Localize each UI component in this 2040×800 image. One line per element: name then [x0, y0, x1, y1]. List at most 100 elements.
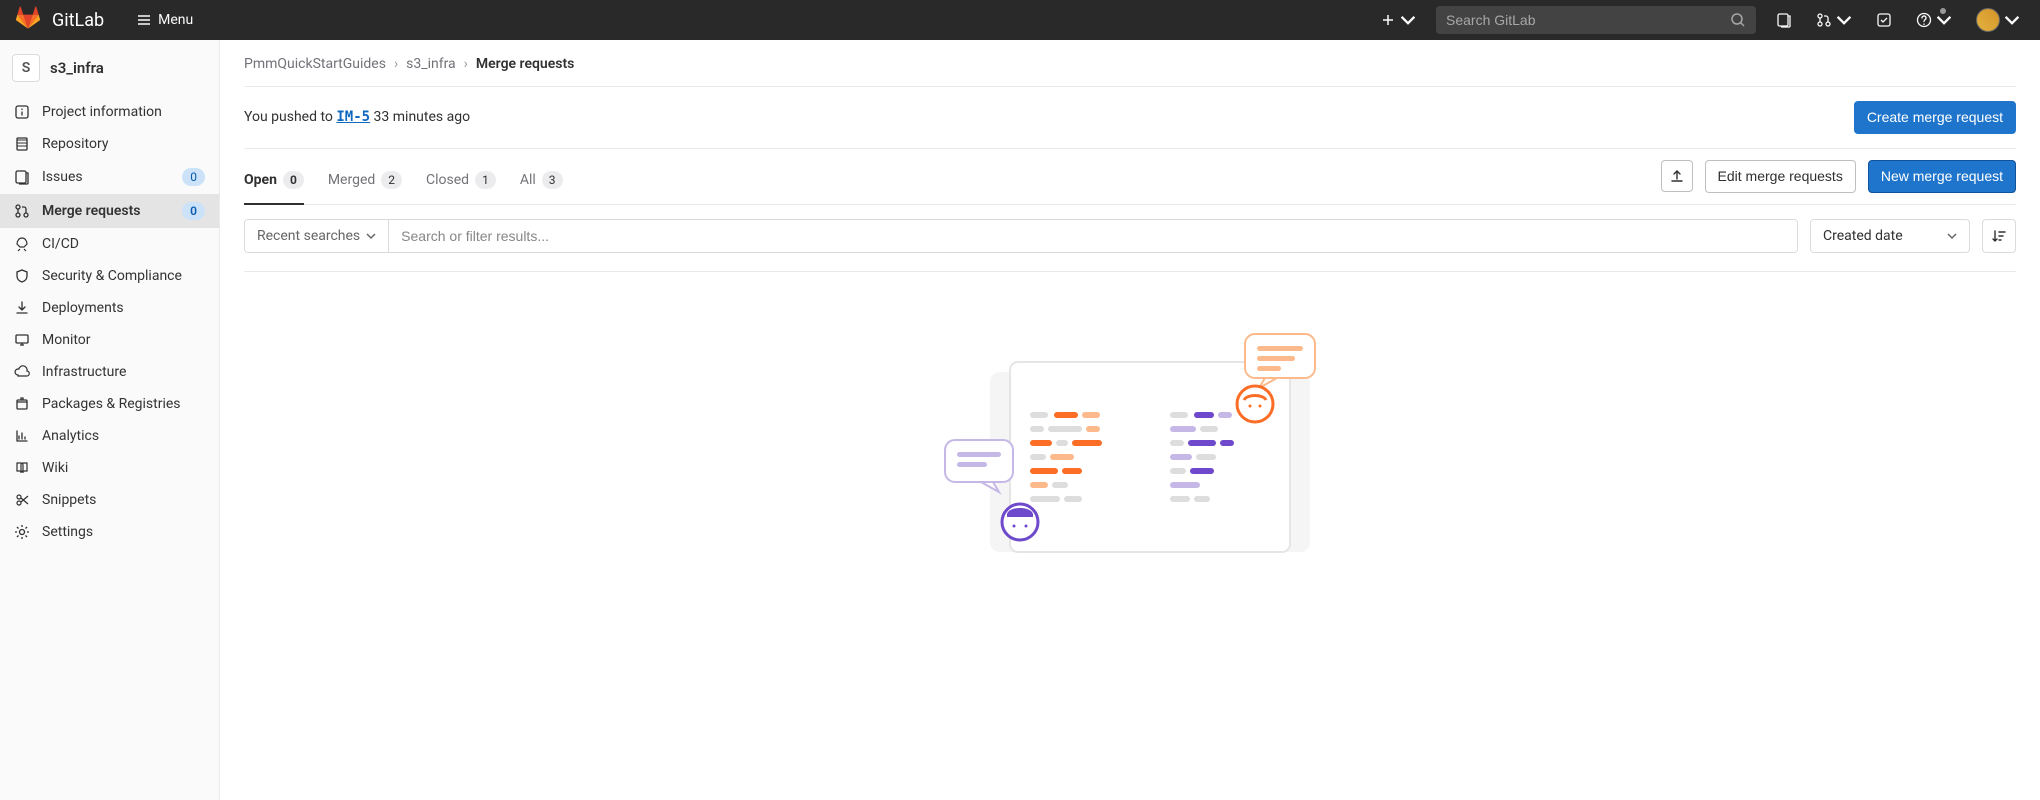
tab-label: Open: [244, 172, 277, 188]
sidebar-item-label: Wiki: [42, 460, 205, 476]
chevron-right-icon: ›: [394, 56, 398, 72]
sidebar-item-settings[interactable]: Settings: [0, 516, 219, 548]
create-new-dropdown[interactable]: [1376, 8, 1420, 32]
gitlab-logo-icon[interactable]: [16, 6, 40, 34]
sidebar-item-analytics[interactable]: Analytics: [0, 420, 219, 452]
sidebar-item-label: Monitor: [42, 332, 205, 348]
merge-request-icon: [14, 203, 30, 219]
package-icon: [14, 396, 30, 412]
search-icon: [1730, 12, 1746, 28]
push-branch-link[interactable]: IM-5: [336, 109, 370, 125]
merge-requests-count-badge: 0: [182, 202, 205, 220]
sidebar-item-label: Merge requests: [42, 203, 170, 219]
menu-toggle[interactable]: Menu: [128, 8, 201, 32]
merge-request-toolbar: Open 0 Merged 2 Closed 1 All 3: [244, 157, 2016, 205]
issues-shortcut[interactable]: [1772, 8, 1796, 32]
sidebar-item-label: Analytics: [42, 428, 205, 444]
help-icon: [1916, 12, 1932, 28]
filter-container: Recent searches: [244, 219, 1798, 253]
todos-shortcut[interactable]: [1872, 8, 1896, 32]
export-icon: [1669, 168, 1685, 184]
project-sidebar: S s3_infra Project information Repositor…: [0, 40, 220, 800]
state-tabs: Open 0 Merged 2 Closed 1 All 3: [244, 157, 563, 204]
sidebar-item-label: CI/CD: [42, 236, 205, 252]
tab-closed[interactable]: Closed 1: [426, 157, 496, 205]
project-name: s3_infra: [50, 59, 104, 77]
info-icon: [14, 104, 30, 120]
tab-open[interactable]: Open 0: [244, 157, 304, 205]
sidebar-item-label: Deployments: [42, 300, 205, 316]
gitlab-brand-text[interactable]: GitLab: [52, 10, 104, 31]
tab-label: All: [520, 172, 536, 188]
issues-icon: [1776, 12, 1792, 28]
todo-icon: [1876, 12, 1892, 28]
tab-label: Merged: [328, 172, 375, 188]
search-input[interactable]: [1446, 12, 1730, 28]
user-menu[interactable]: [1972, 4, 2024, 36]
top-navbar: GitLab Menu: [0, 0, 2040, 40]
merge-requests-shortcut[interactable]: [1812, 8, 1856, 32]
filter-input[interactable]: [389, 220, 1797, 252]
export-button[interactable]: [1661, 160, 1693, 192]
merge-request-icon: [1816, 12, 1832, 28]
issues-count-badge: 0: [182, 168, 205, 186]
sidebar-item-infrastructure[interactable]: Infrastructure: [0, 356, 219, 388]
sidebar-item-label: Project information: [42, 104, 205, 120]
push-alert-text: You pushed to IM-5 33 minutes ago: [244, 109, 470, 125]
sidebar-item-wiki[interactable]: Wiki: [0, 452, 219, 484]
sort-dropdown[interactable]: Created date: [1810, 219, 1970, 253]
sidebar-item-repository[interactable]: Repository: [0, 128, 219, 160]
sidebar-item-ci-cd[interactable]: CI/CD: [0, 228, 219, 260]
recent-searches-dropdown[interactable]: Recent searches: [245, 220, 389, 252]
sidebar-item-snippets[interactable]: Snippets: [0, 484, 219, 516]
tab-label: Closed: [426, 172, 469, 188]
tab-count: 0: [283, 171, 304, 189]
repository-icon: [14, 136, 30, 152]
push-alert-prefix: You pushed to: [244, 109, 336, 125]
breadcrumb-current: Merge requests: [476, 56, 574, 72]
empty-state-illustration: [244, 332, 2016, 562]
edit-merge-requests-button[interactable]: Edit merge requests: [1705, 160, 1856, 193]
sidebar-item-issues[interactable]: Issues 0: [0, 160, 219, 194]
create-merge-request-button[interactable]: Create merge request: [1854, 101, 2016, 134]
plus-icon: [1380, 12, 1396, 28]
recent-searches-label: Recent searches: [257, 228, 360, 244]
breadcrumb: PmmQuickStartGuides › s3_infra › Merge r…: [244, 56, 2016, 86]
sidebar-item-label: Security & Compliance: [42, 268, 205, 284]
issues-icon: [14, 169, 30, 185]
gear-icon: [14, 524, 30, 540]
monitor-icon: [14, 332, 30, 348]
sidebar-item-merge-requests[interactable]: Merge requests 0: [0, 194, 219, 228]
sidebar-item-security[interactable]: Security & Compliance: [0, 260, 219, 292]
help-dropdown[interactable]: [1912, 8, 1956, 32]
book-icon: [14, 460, 30, 476]
chevron-right-icon: ›: [464, 56, 468, 72]
chevron-down-icon: [1947, 231, 1957, 241]
push-alert-suffix: 33 minutes ago: [370, 109, 470, 125]
new-merge-request-button[interactable]: New merge request: [1868, 160, 2016, 193]
sidebar-item-monitor[interactable]: Monitor: [0, 324, 219, 356]
sidebar-item-label: Repository: [42, 136, 205, 152]
project-avatar: S: [12, 54, 40, 82]
tab-count: 1: [475, 171, 496, 189]
cloud-gear-icon: [14, 364, 30, 380]
tab-count: 3: [542, 171, 563, 189]
chart-icon: [14, 428, 30, 444]
sidebar-item-label: Infrastructure: [42, 364, 205, 380]
breadcrumb-project[interactable]: s3_infra: [406, 56, 456, 72]
tab-all[interactable]: All 3: [520, 157, 563, 205]
sidebar-item-packages[interactable]: Packages & Registries: [0, 388, 219, 420]
rocket-icon: [14, 236, 30, 252]
sidebar-item-deployments[interactable]: Deployments: [0, 292, 219, 324]
tab-merged[interactable]: Merged 2: [328, 157, 402, 205]
sort-direction-button[interactable]: [1982, 219, 2016, 253]
sidebar-item-label: Issues: [42, 169, 170, 185]
global-search[interactable]: [1436, 6, 1756, 34]
breadcrumb-group[interactable]: PmmQuickStartGuides: [244, 56, 386, 72]
sidebar-project-header[interactable]: S s3_infra: [0, 46, 219, 90]
filter-row: Recent searches Created date: [244, 219, 2016, 272]
push-alert: You pushed to IM-5 33 minutes ago Create…: [244, 86, 2016, 149]
chevron-down-icon: [2004, 12, 2020, 28]
sidebar-item-project-information[interactable]: Project information: [0, 96, 219, 128]
empty-illustration-icon: [920, 332, 1340, 562]
